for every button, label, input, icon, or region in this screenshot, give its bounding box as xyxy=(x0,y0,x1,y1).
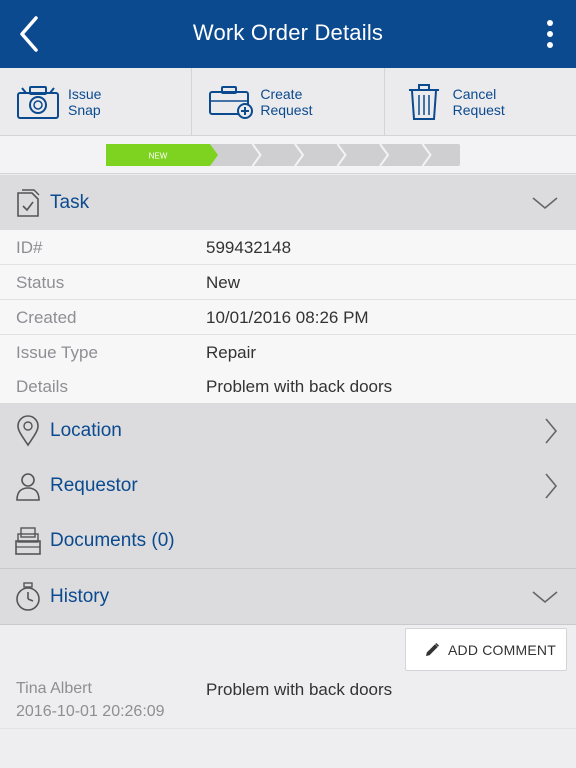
add-comment-button[interactable]: ADD COMMENT xyxy=(405,628,567,671)
detail-key: Status xyxy=(16,273,65,292)
detail-value: 599432148 xyxy=(206,238,292,257)
task-document-icon xyxy=(14,187,42,219)
progress-steps: NEW xyxy=(106,144,460,166)
section-requestor-title: Requestor xyxy=(50,474,138,496)
detail-value: Repair xyxy=(206,343,257,362)
detail-row-status: Status New xyxy=(0,265,576,300)
detail-value: Problem with back doors xyxy=(206,377,393,396)
cancel-request-button[interactable]: Cancel Request xyxy=(385,68,576,135)
stopwatch-icon xyxy=(14,581,42,613)
issue-snap-label: Issue Snap xyxy=(68,85,102,118)
section-documents-title: Documents (0) xyxy=(50,529,175,551)
history-entry: Tina Albert 2016-10-01 20:26:09 Problem … xyxy=(0,676,576,729)
camera-icon xyxy=(16,82,62,122)
create-request-button[interactable]: Create Request xyxy=(192,68,385,135)
section-location[interactable]: Location xyxy=(0,403,576,459)
detail-value: New xyxy=(206,273,241,292)
detail-key: Issue Type xyxy=(16,343,98,362)
section-task-title: Task xyxy=(50,191,90,213)
detail-value: 10/01/2016 08:26 PM xyxy=(206,308,369,327)
pencil-icon xyxy=(426,642,440,656)
top-bar: Work Order Details xyxy=(0,0,576,68)
create-request-label: Create Request xyxy=(260,85,313,118)
action-bar: Issue Snap Create Request Cancel Request xyxy=(0,68,576,136)
progress-step-label: NEW xyxy=(149,152,168,161)
detail-row-issue-type: Issue Type Repair xyxy=(0,335,576,370)
toolbox-add-icon xyxy=(208,82,254,122)
detail-row-id: ID# 599432148 xyxy=(0,230,576,265)
trash-icon xyxy=(401,82,447,122)
detail-key: Details xyxy=(16,377,68,396)
map-pin-icon xyxy=(14,414,42,447)
issue-snap-button[interactable]: Issue Snap xyxy=(0,68,193,135)
section-requestor[interactable]: Requestor xyxy=(0,458,576,514)
status-progress-bar: NEW xyxy=(0,136,576,174)
add-comment-label: ADD COMMENT xyxy=(448,641,556,658)
chevron-right-icon xyxy=(544,403,558,459)
history-message: Problem with back doors xyxy=(206,680,393,699)
documents-icon xyxy=(14,525,42,557)
section-documents[interactable]: Documents (0) xyxy=(0,513,576,569)
chevron-right-icon xyxy=(544,458,558,514)
history-timestamp: 2016-10-01 20:26:09 xyxy=(16,703,165,720)
person-icon xyxy=(14,470,42,502)
chevron-down-icon xyxy=(532,569,558,625)
section-location-title: Location xyxy=(50,419,122,441)
detail-row-details: Details Problem with back doors xyxy=(0,369,576,404)
section-task[interactable]: Task xyxy=(0,175,576,231)
section-history-title: History xyxy=(50,585,110,607)
history-author: Tina Albert xyxy=(16,680,92,697)
cancel-request-label: Cancel Request xyxy=(452,85,505,118)
page-title: Work Order Details xyxy=(192,20,384,45)
detail-key: ID# xyxy=(16,238,43,257)
more-menu-button[interactable] xyxy=(542,18,558,52)
detail-key: Created xyxy=(16,308,77,327)
detail-row-created: Created 10/01/2016 08:26 PM xyxy=(0,300,576,335)
more-vertical-icon xyxy=(547,20,553,48)
chevron-down-icon xyxy=(532,175,558,231)
section-history[interactable]: History xyxy=(0,569,576,625)
